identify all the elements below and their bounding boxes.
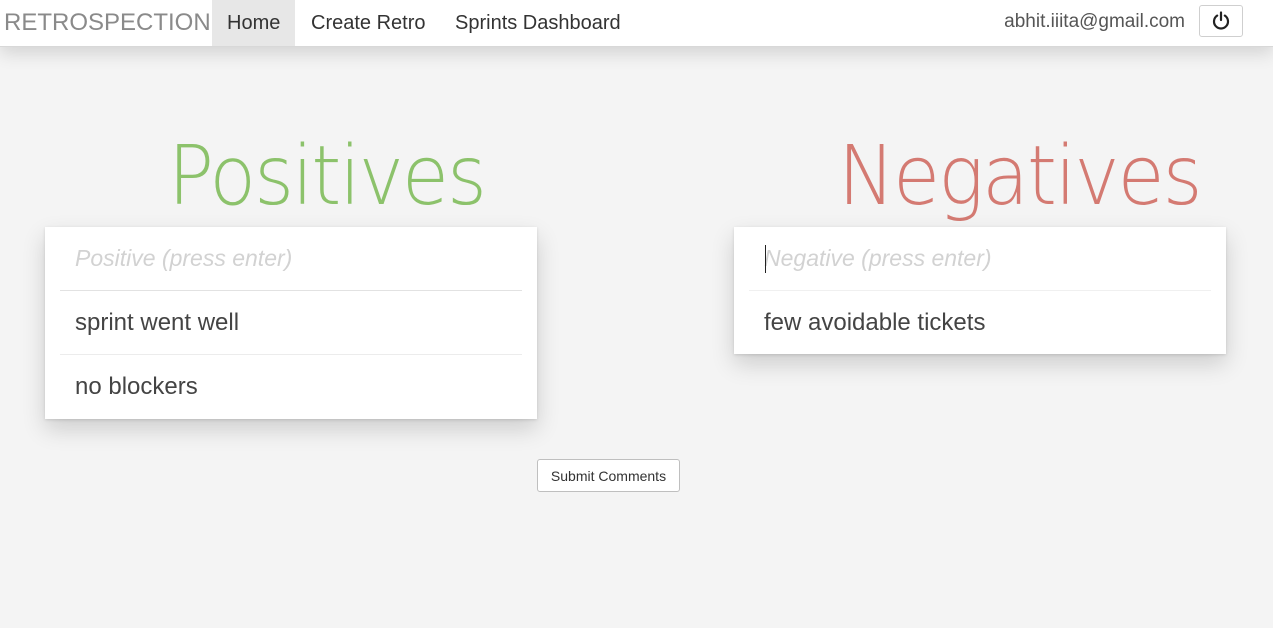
- positives-card: sprint went well no blockers: [45, 227, 537, 419]
- logout-button[interactable]: [1199, 5, 1243, 37]
- positive-item: no blockers: [75, 373, 198, 400]
- positive-input[interactable]: [60, 227, 522, 291]
- power-icon: [1212, 11, 1230, 30]
- positives-title: Positives: [168, 129, 487, 224]
- negative-input[interactable]: [749, 227, 1211, 291]
- nav-item-sprints-dashboard[interactable]: Sprints Dashboard: [440, 0, 636, 46]
- positive-item: sprint went well: [60, 291, 522, 355]
- brand-logo[interactable]: RETROSPECTION: [4, 0, 211, 46]
- nav-item-home[interactable]: Home: [212, 0, 296, 46]
- negative-item: few avoidable tickets: [764, 309, 986, 336]
- negatives-title: Negatives: [838, 129, 1202, 224]
- negatives-card: few avoidable tickets: [734, 227, 1226, 354]
- user-email: abhit.iiita@gmail.com: [1004, 11, 1185, 32]
- submit-comments-button[interactable]: Submit Comments: [537, 459, 680, 492]
- nav-item-create-retro[interactable]: Create Retro: [296, 0, 441, 46]
- text-cursor: [765, 245, 766, 273]
- top-navbar: RETROSPECTION Home Create Retro Sprints …: [0, 0, 1273, 47]
